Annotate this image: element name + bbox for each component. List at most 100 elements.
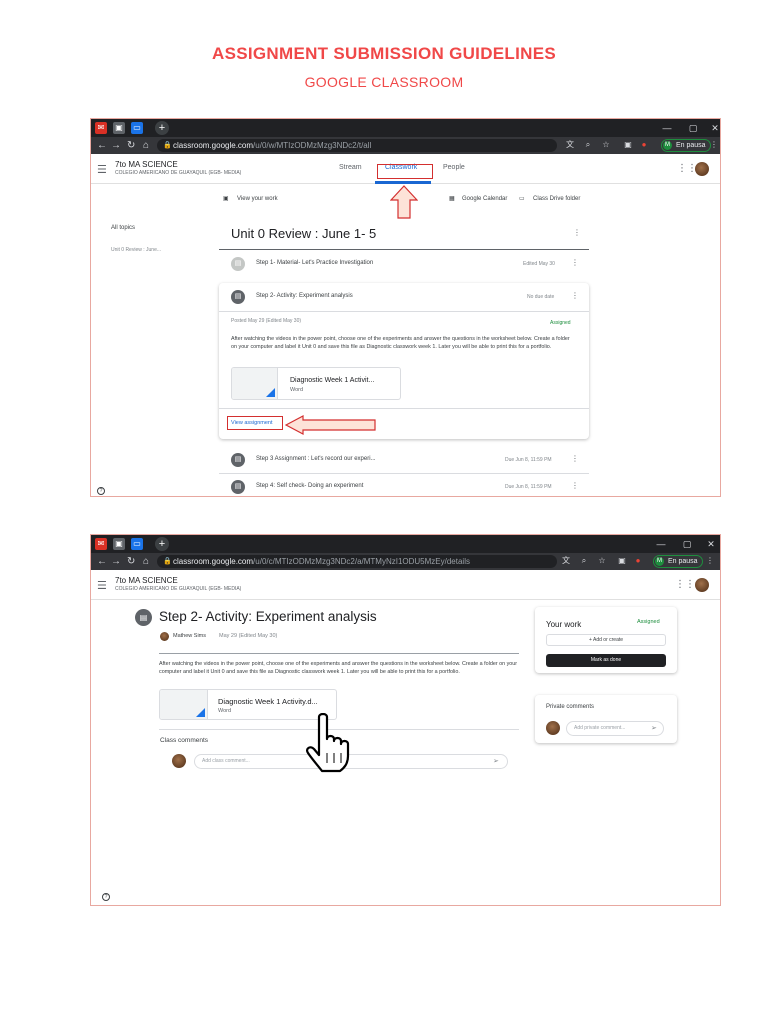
all-topics-link[interactable]: All topics [111,225,135,231]
topic-title: Unit 0 Review : June 1- 5 [231,226,377,241]
avatar[interactable] [695,578,709,592]
forward-icon[interactable]: → [111,139,121,152]
send-icon[interactable]: ➢ [493,757,499,765]
new-tab-button[interactable]: + [155,537,169,551]
document-subtitle: GOOGLE CLASSROOM [304,74,464,90]
home-icon[interactable]: ⌂ [143,555,149,568]
menu-icon[interactable]: ☰ [97,163,107,176]
avatar[interactable] [695,162,709,176]
class-name[interactable]: 7to MA SCIENCE [115,576,178,585]
document-thumbnail [232,368,278,399]
browser-tab-bar: ✉ ▣ ▭ + — ▢ ✕ [91,535,720,553]
browser-address-bar: ← → ↻ ⌂ 🔒 classroom.google.com/u/0/c/MTI… [91,553,720,570]
your-work-card: Your work Assigned + Add or create Mark … [535,607,677,673]
classroom-tab-icon[interactable]: ▭ [131,538,143,550]
extension-red-icon[interactable]: ● [633,556,643,566]
view-your-work-icon: ▣ [223,196,229,202]
url-field[interactable]: 🔒 classroom.google.com/u/0/w/MTIzODMzMzg… [157,139,557,152]
status-badge: Assigned [637,619,660,625]
zoom-icon[interactable]: ⌕ [583,140,593,150]
class-school: COLEGIO AMERICANO DE GUAYAQUIL (EGB- MED… [115,586,242,592]
minimize-icon[interactable]: — [653,537,669,551]
document-thumbnail [160,690,208,719]
assignment-icon: ▤ [231,290,245,304]
folder-icon: ▭ [519,196,525,202]
browser-address-bar: ← → ↻ ⌂ 🔒 classroom.google.com/u/0/w/MTI… [91,137,720,154]
extension-red-icon[interactable]: ● [639,140,649,150]
menu-icon[interactable]: ☰ [97,579,107,592]
translate-icon[interactable]: 文 [565,140,575,150]
add-or-create-button[interactable]: + Add or create [546,634,666,646]
restore-icon[interactable]: ▢ [685,121,701,135]
close-icon[interactable]: ✕ [707,121,720,135]
browser-tab-bar: ✉ ▣ ▭ + — ▢ ✕ [91,119,720,137]
reload-icon[interactable]: ↻ [127,555,135,568]
drive-folder-link[interactable]: Class Drive folder [533,196,580,202]
apps-icon[interactable]: ⋮⋮ [675,579,695,590]
item-more-icon[interactable]: ⋮ [571,258,579,267]
url-field[interactable]: 🔒 classroom.google.com/u/0/c/MTIzODMzMzg… [157,555,557,568]
tab-people[interactable]: People [443,164,465,171]
gmail-tab-icon[interactable]: ✉ [95,538,107,550]
help-icon[interactable]: ? [97,487,105,495]
profile-chip[interactable]: M En pausa [661,139,711,152]
attachment-card[interactable]: Diagnostic Week 1 Activit... Word [231,367,401,400]
extension-icon[interactable]: ▣ [617,556,627,566]
apps-icon[interactable]: ⋮⋮ [677,163,697,174]
author-name: Mathew Sims [173,633,207,639]
gmail-tab-icon[interactable]: ✉ [95,122,107,134]
close-icon[interactable]: ✕ [703,537,719,551]
topic-divider [219,249,589,250]
class-name[interactable]: 7to MA SCIENCE [115,160,178,169]
list-item[interactable]: ▤ Step 4: Self check- Doing an experimen… [219,476,589,496]
send-icon[interactable]: ➢ [651,724,657,732]
lock-icon: 🔒 [163,142,172,149]
private-comment-input[interactable]: Add private comment... [566,721,664,736]
more-icon[interactable]: ⋮ [709,140,719,150]
minimize-icon[interactable]: — [659,121,675,135]
class-comments-label: Class comments [160,737,209,744]
avatar [172,754,186,768]
classwork-highlight-box [377,164,433,179]
view-assignment-highlight-box [227,416,283,430]
restore-icon[interactable]: ▢ [679,537,695,551]
more-icon[interactable]: ⋮ [705,556,715,566]
item-more-icon[interactable]: ⋮ [571,291,579,300]
active-tab-indicator [375,181,431,184]
forward-icon[interactable]: → [111,555,121,568]
help-icon[interactable]: ? [102,893,110,901]
item-more-icon[interactable]: ⋮ [571,454,579,463]
list-item[interactable]: ▤ Step 3 Assignment : Let's record our e… [219,449,589,471]
screenshot-classwork: ✉ ▣ ▭ + — ▢ ✕ ← → ↻ ⌂ 🔒 classroom.google… [90,118,721,497]
topic-more-icon[interactable]: ⋮ [573,228,581,237]
list-item[interactable]: ▤ Step 1- Material- Let's Practice Inves… [219,253,589,275]
tab-stream[interactable]: Stream [339,164,362,171]
classroom-tab-icon[interactable]: ▭ [131,122,143,134]
translate-icon[interactable]: 文 [561,556,571,566]
topic-nav-item[interactable]: Unit 0 Review : June... [111,247,161,253]
view-your-work-link[interactable]: View your work [237,196,278,202]
hand-pointer-icon [306,713,350,773]
bookmark-star-icon[interactable]: ☆ [601,140,611,150]
extension-icon[interactable]: ▣ [623,140,633,150]
bookmark-star-icon[interactable]: ☆ [597,556,607,566]
home-icon[interactable]: ⌂ [143,139,149,152]
assignment-icon: ▤ [231,453,245,467]
zoom-icon[interactable]: ⌕ [579,556,589,566]
back-icon[interactable]: ← [97,139,107,152]
your-work-title: Your work [546,620,582,629]
back-icon[interactable]: ← [97,555,107,568]
reload-icon[interactable]: ↻ [127,139,135,152]
photos-tab-icon[interactable]: ▣ [113,122,125,134]
profile-chip[interactable]: M En pausa [653,555,703,568]
assignment-description: After watching the videos in the power p… [159,661,518,675]
photos-tab-icon[interactable]: ▣ [113,538,125,550]
private-comments-label: Private comments [546,704,595,710]
classroom-header: ☰ 7to MA SCIENCE COLEGIO AMERICANO DE GU… [91,570,720,600]
assignment-title[interactable]: Step 2- Activity: Experiment analysis [256,293,353,299]
mark-as-done-button[interactable]: Mark as done [546,654,666,667]
new-tab-button[interactable]: + [155,121,169,135]
google-calendar-link[interactable]: Google Calendar [462,196,507,202]
post-date: May 29 (Edited May 30) [219,633,278,639]
item-more-icon[interactable]: ⋮ [571,481,579,490]
